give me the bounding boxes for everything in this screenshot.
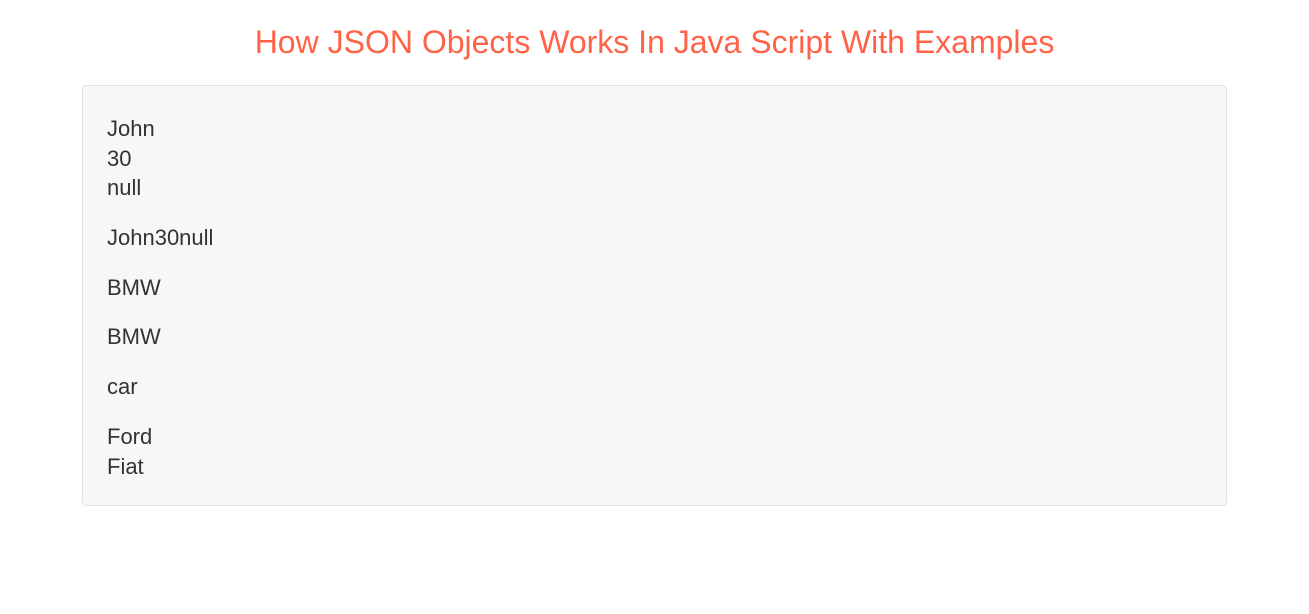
output-line: Fiat xyxy=(107,454,144,479)
output-line: null xyxy=(107,175,141,200)
output-line: BMW xyxy=(107,275,161,300)
page-title: How JSON Objects Works In Java Script Wi… xyxy=(82,24,1227,61)
output-block-1: John 30 null xyxy=(107,114,1202,203)
output-line: car xyxy=(107,374,138,399)
output-block-4: BMW xyxy=(107,322,1202,352)
output-block-2: John30null xyxy=(107,223,1202,253)
output-panel: John 30 null John30null BMW BMW car Ford… xyxy=(82,85,1227,506)
output-block-3: BMW xyxy=(107,273,1202,303)
output-block-5: car xyxy=(107,372,1202,402)
output-line: Ford xyxy=(107,424,152,449)
output-line: BMW xyxy=(107,324,161,349)
output-block-6: Ford Fiat xyxy=(107,422,1202,481)
output-line: John xyxy=(107,116,155,141)
output-line: John30null xyxy=(107,225,213,250)
output-line: 30 xyxy=(107,146,131,171)
